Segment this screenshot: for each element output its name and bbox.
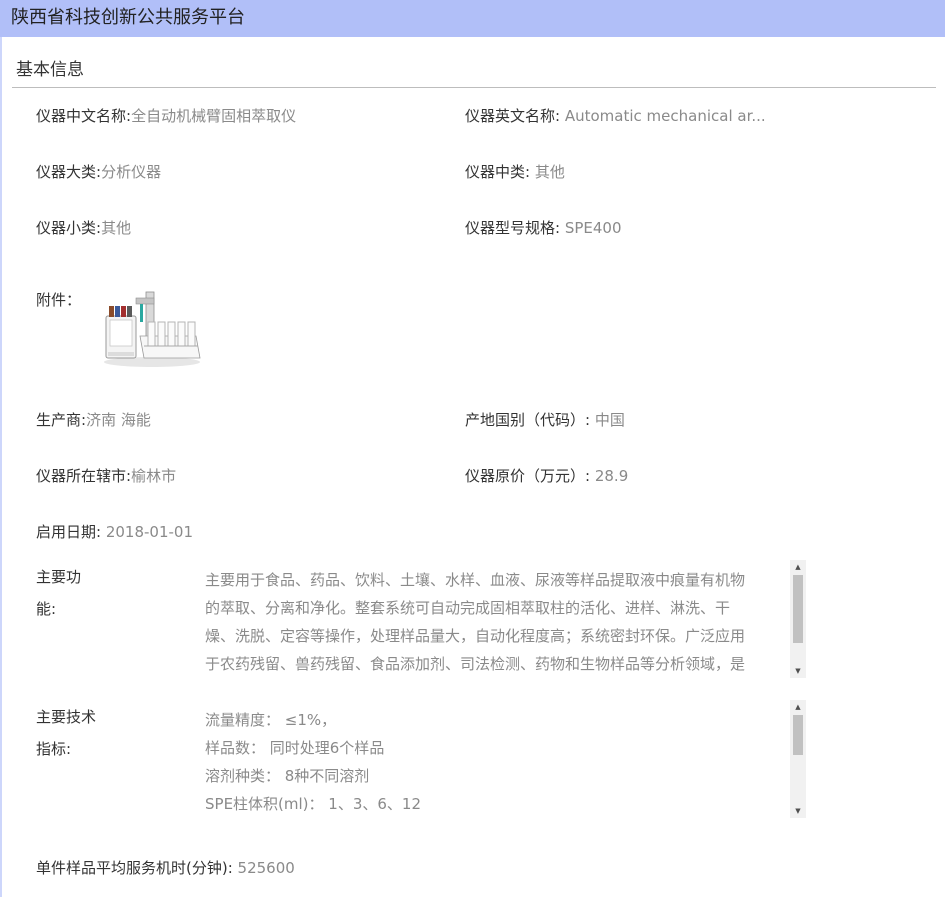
field-manufacturer: 生产商:济南 海能 [36,410,151,430]
main-specs-line: SPE柱体积(ml)： 1、3、6、12 [205,795,422,813]
field-value: SPE400 [564,219,622,237]
field-value: 525600 [237,859,295,877]
main-specs-line: 溶剂种类： 8种不同溶剂 [205,767,370,785]
field-start-date: 启用日期: 2018-01-01 [36,522,193,542]
main-function-label-line1: 主要功 [36,568,82,586]
field-value: 全自动机械臂固相萃取仪 [131,107,297,125]
main-specs-label-line2: 指标: [36,740,72,758]
field-origin: 产地国别（代码）: 中国 [465,410,625,430]
field-label: 仪器小类: [36,219,102,237]
left-border [0,37,2,897]
platform-title: 陕西省科技创新公共服务平台 [11,7,245,28]
field-value: 济南 海能 [86,411,151,429]
field-city: 仪器所在辖市:榆林市 [36,466,176,486]
field-value: 分析仪器 [101,163,162,181]
field-category-mid: 仪器中类: 其他 [465,162,565,182]
field-value: 榆林市 [131,467,177,485]
field-name-en: 仪器英文名称: Automatic mechanical ar... [465,106,766,126]
main-function-line: 燥、洗脱、定容等操作，处理样品量大，自动化程度高；系统密封环保。广泛应用 [205,627,746,645]
main-specs-scrollbar[interactable]: ▲ ▼ [790,700,806,818]
field-value: 28.9 [594,467,629,485]
field-value: 其他 [534,163,565,181]
field-name-cn: 仪器中文名称:全自动机械臂固相萃取仪 [36,106,296,126]
field-label: 仪器型号规格: [465,219,561,237]
instrument-thumbnail[interactable] [100,288,202,370]
field-label: 启用日期: [36,523,102,541]
field-label: 生产商: [36,411,87,429]
field-label: 仪器英文名称: [465,107,561,125]
field-label: 单件样品平均服务机时(分钟): [36,859,233,877]
instrument-image-icon [104,291,201,367]
scrollbar-thumb[interactable] [793,715,803,755]
scroll-down-arrow-icon[interactable]: ▼ [790,664,806,678]
main-function-label-line2: 能: [36,600,57,618]
field-model: 仪器型号规格: SPE400 [465,218,622,238]
attachment-label: 附件： [36,291,82,309]
main-function-line: 的萃取、分离和净化。整套系统可自动完成固相萃取柱的活化、进样、淋洗、干 [205,599,731,617]
field-price: 仪器原价（万元）: 28.9 [465,466,628,486]
field-label: 仪器大类: [36,163,102,181]
main-specs-line: 样品数： 同时处理6个样品 [205,739,385,757]
main-function-content: 主要用于食品、药品、饮料、土壤、水样、血液、尿液等样品提取液中痕量有机物 的萃取… [205,560,785,678]
field-value: 其他 [101,219,132,237]
scroll-up-arrow-icon[interactable]: ▲ [790,560,806,574]
main-function-line: 主要用于食品、药品、饮料、土壤、水样、血液、尿液等样品提取液中痕量有机物 [205,571,746,589]
page-header: 陕西省科技创新公共服务平台 [0,0,945,37]
main-function-line: 于农药残留、兽药残留、食品添加剂、司法检测、药物和生物样品等分析领域，是 [205,655,746,673]
field-value: 中国 [594,411,625,429]
main-function-textarea[interactable]: 主要用于食品、药品、饮料、土壤、水样、血液、尿液等样品提取液中痕量有机物 的萃取… [205,560,806,678]
field-service-time: 单件样品平均服务机时(分钟): 525600 [36,858,295,878]
scroll-up-arrow-icon[interactable]: ▲ [790,700,806,714]
field-category-major: 仪器大类:分析仪器 [36,162,161,182]
field-label: 仪器原价（万元）: [465,467,591,485]
field-value: 2018-01-01 [105,523,194,541]
field-label: 仪器所在辖市: [36,467,132,485]
field-value: Automatic mechanical ar... [564,107,766,125]
field-label: 仪器中文名称: [36,107,132,125]
section-title: 基本信息 [16,60,84,80]
scroll-down-arrow-icon[interactable]: ▼ [790,804,806,818]
main-specs-textarea[interactable]: 流量精度： ≤1%， 样品数： 同时处理6个样品 溶剂种类： 8种不同溶剂 SP… [205,700,806,818]
field-label: 仪器中类: [465,163,531,181]
main-specs-label-line1: 主要技术 [36,708,97,726]
scrollbar-thumb[interactable] [793,575,803,643]
main-specs-content: 流量精度： ≤1%， 样品数： 同时处理6个样品 溶剂种类： 8种不同溶剂 SP… [205,700,785,818]
main-function-scrollbar[interactable]: ▲ ▼ [790,560,806,678]
field-label: 产地国别（代码）: [465,411,591,429]
main-function-label: 主要功 能: [36,561,116,625]
main-specs-line: 流量精度： ≤1%， [205,711,337,729]
section-divider [12,87,936,88]
main-specs-label: 主要技术 指标: [36,701,116,765]
field-category-minor: 仪器小类:其他 [36,218,131,238]
